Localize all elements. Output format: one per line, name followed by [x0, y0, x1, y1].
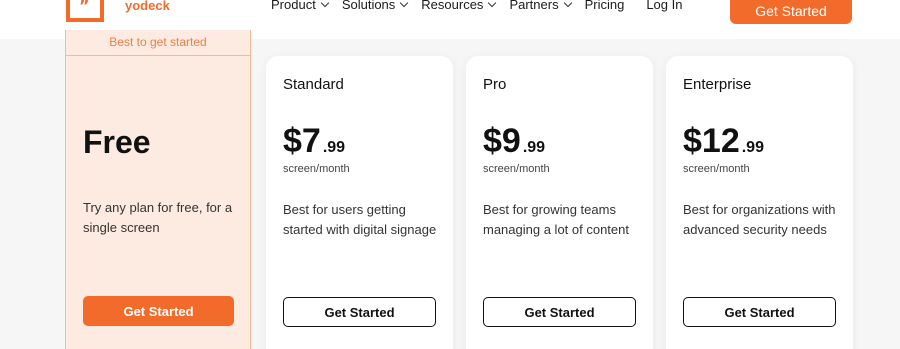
plan-price-period: screen/month — [283, 163, 350, 175]
main-nav: Product Solutions Resources Partners Pri… — [271, 0, 696, 12]
brand-name[interactable]: yodeck — [125, 0, 170, 13]
nav-partners-label: Partners — [509, 0, 559, 12]
plan-price: $12 .99 — [683, 122, 764, 161]
chevron-down-icon — [488, 0, 497, 8]
nav-login[interactable]: Log In — [646, 0, 682, 12]
enterprise-get-started-button[interactable]: Get Started — [683, 297, 836, 327]
nav-solutions-label: Solutions — [341, 0, 396, 12]
plan-name: Pro — [483, 76, 507, 93]
plan-card-standard: Standard $7 .99 screen/month Best for us… — [266, 56, 453, 349]
free-plan-description: Try any plan for free, for a single scre… — [83, 200, 233, 235]
plan-price-cents: .99 — [522, 139, 546, 156]
plan-name: Standard — [283, 76, 344, 93]
plan-price-cents: .99 — [741, 139, 764, 156]
plan-card-pro: Pro $9 .99 screen/month Best for growing… — [466, 56, 653, 349]
plan-price-amount: $12 — [683, 122, 740, 160]
nav-solutions[interactable]: Solutions — [341, 0, 409, 12]
free-plan-badge: Best to get started — [66, 30, 250, 56]
nav-partners[interactable]: Partners — [509, 0, 572, 12]
chevron-down-icon — [320, 0, 330, 8]
plan-price-amount: $9 — [483, 122, 521, 160]
nav-login-label: Log In — [646, 0, 683, 12]
chevron-down-icon — [400, 0, 409, 8]
plan-price-cents: .99 — [322, 139, 346, 156]
plan-price: $9 .99 — [483, 122, 545, 161]
plan-name: Enterprise — [683, 76, 752, 93]
plan-price-amount: $7 — [283, 122, 321, 160]
free-plan-title: Free — [83, 124, 151, 160]
yodeck-logo-icon[interactable]: ” — [66, 0, 104, 22]
chevron-down-icon — [563, 0, 572, 8]
plan-price: $7 .99 — [283, 122, 345, 161]
nav-pricing[interactable]: Pricing — [585, 0, 625, 12]
nav-resources[interactable]: Resources — [421, 0, 497, 12]
logo-quote-glyph: ” — [79, 0, 89, 15]
nav-product[interactable]: Product — [271, 0, 330, 12]
nav-product-label: Product — [271, 0, 316, 12]
plan-card-enterprise: Enterprise $12 .99 screen/month Best for… — [666, 56, 853, 349]
free-plan-get-started-button[interactable]: Get Started — [83, 296, 234, 326]
plan-description: Best for growing teams managing a lot of… — [483, 202, 629, 237]
plan-price-period: screen/month — [683, 163, 750, 175]
plan-description: Best for users getting started with digi… — [283, 202, 437, 237]
header-get-started-button[interactable]: Get Started — [730, 0, 852, 24]
standard-get-started-button[interactable]: Get Started — [283, 297, 436, 327]
free-plan-card: Best to get started Free Try any plan fo… — [65, 30, 251, 349]
plan-price-period: screen/month — [483, 163, 550, 175]
pro-get-started-button[interactable]: Get Started — [483, 297, 636, 327]
nav-pricing-label: Pricing — [584, 0, 625, 12]
nav-resources-label: Resources — [421, 0, 484, 12]
plan-description: Best for organizations with advanced sec… — [683, 202, 836, 237]
